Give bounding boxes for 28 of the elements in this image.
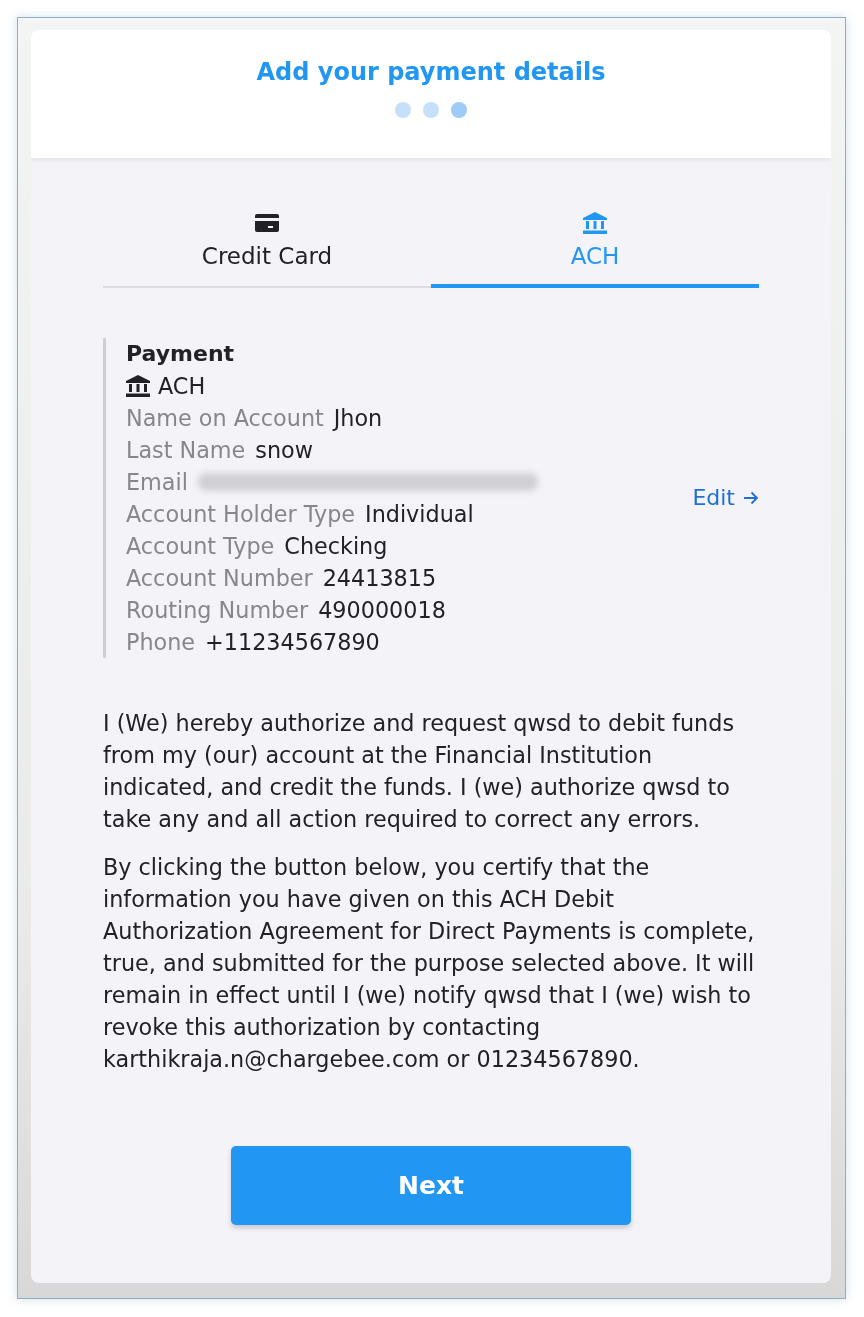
next-button[interactable]: Next [231,1146,631,1225]
field-value: Jhon [333,404,383,433]
field-label: Account Number [126,564,313,593]
edit-link[interactable]: Edit [692,484,759,512]
payment-tab[interactable]: Credit Card [103,210,431,288]
bank-icon [126,375,150,397]
field-value: +11234567890 [205,628,380,657]
arrow-right-icon [743,491,759,505]
field-label: Routing Number [126,596,309,625]
credit-card-icon [255,214,279,232]
payment-method: ACH [158,372,206,401]
bank-icon [583,212,607,234]
field-label: Account Holder Type [126,500,356,529]
section-heading: Payment [126,340,236,368]
authorization-text: By clicking the button below, you certify that the information you have given on this ACH Debit Authorization Agreement for Direct Payments is complete, true, and submitted for the purpose selected above. It will remain in effect until I (we) notify qwsd that I (we) wish to revoke this authorization by contacting karthikraja.n@chargebee.com or 01234567890. [103,853,756,1074]
field-label: Last Name [126,436,246,465]
field-value: 490000018 [318,596,446,625]
field-label: Email [126,468,188,497]
field-label: Account Type [126,532,275,561]
field-value: Individual [365,500,474,529]
payment-tab[interactable]: ACH [431,210,759,288]
field-value: Checking [284,532,388,561]
field-label: Name on Account [126,404,324,433]
authorization-text: I (We) hereby authorize and request qwsd to debit funds from my (our) account at the Financial Institution indicated, and credit the funds. I (we) authorize qwsd to take any and all action required to correct any errors. [103,709,735,834]
field-value: 24413815 [322,564,437,593]
field-value: snow [255,436,313,465]
page-title: Add your payment details [256,57,606,88]
field-label: Phone [126,628,196,657]
